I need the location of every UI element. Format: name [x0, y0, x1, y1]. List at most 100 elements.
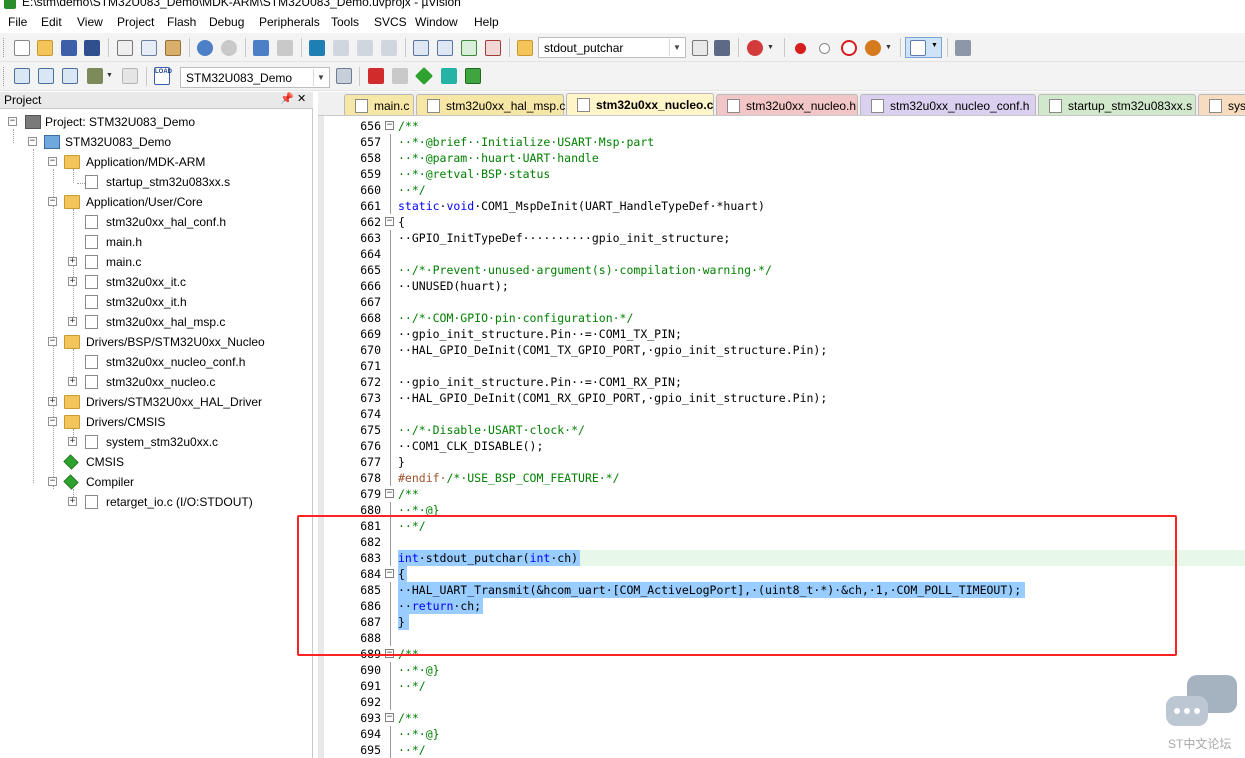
code-line[interactable]: 694 ··*·@} [318, 726, 1245, 742]
code-line[interactable]: 663 ··GPIO_InitTypeDef··········gpio_init… [318, 230, 1245, 246]
build-icon[interactable] [38, 68, 54, 84]
stop-build-icon[interactable] [122, 68, 138, 84]
undo-icon[interactable] [197, 40, 213, 56]
select-software-packs-icon[interactable] [441, 68, 457, 84]
code-line[interactable]: 657 ··*·@brief··Initialize·USART·Msp·part [318, 134, 1245, 150]
close-icon[interactable]: ✕ [297, 92, 306, 105]
copy-icon[interactable] [141, 40, 157, 56]
find-icon[interactable] [692, 40, 708, 56]
open-file-icon[interactable] [37, 40, 53, 56]
code-line[interactable]: 695 ··*/ [318, 742, 1245, 758]
code-line[interactable]: 667 [318, 294, 1245, 310]
chevron-down-icon[interactable]: ▼ [885, 44, 893, 52]
code-line[interactable]: 660 ··*/ [318, 182, 1245, 198]
code-line[interactable]: 677} [318, 454, 1245, 470]
menu-peripherals[interactable]: Peripherals [259, 15, 320, 29]
breakpoints-window-icon[interactable] [865, 40, 881, 56]
code-line[interactable]: 669 ··gpio_init_structure.Pin··=·COM1_TX_… [318, 326, 1245, 342]
manage-components-icon[interactable] [392, 68, 408, 84]
fold-toggle-icon[interactable]: − [385, 713, 394, 722]
code-line[interactable]: 664 [318, 246, 1245, 262]
menu-view[interactable]: View [77, 15, 103, 29]
menu-svcs[interactable]: SVCS [374, 15, 407, 29]
rebuild-icon[interactable] [62, 68, 78, 84]
expand-icon[interactable]: + [68, 377, 77, 386]
code-line[interactable]: 690 ··*·@} [318, 662, 1245, 678]
code-line[interactable]: 691 ··*/ [318, 678, 1245, 694]
menu-edit[interactable]: Edit [41, 15, 62, 29]
expand-icon[interactable]: + [68, 257, 77, 266]
navigate-back-icon[interactable] [253, 40, 269, 56]
chevron-down-icon[interactable]: ▼ [106, 72, 114, 80]
code-line[interactable]: 675 ··/*·Disable·USART·clock·*/ [318, 422, 1245, 438]
window-layout-button[interactable]: ▼ [905, 37, 942, 58]
tab-startup-s[interactable]: startup_stm32u083xx.s [1038, 94, 1196, 115]
options-for-target-icon[interactable] [336, 68, 352, 84]
fold-toggle-icon[interactable]: − [385, 121, 394, 130]
collapse-icon[interactable]: − [48, 197, 57, 206]
unindent-icon[interactable] [437, 40, 453, 56]
collapse-icon[interactable]: − [48, 477, 57, 486]
indent-icon[interactable] [413, 40, 429, 56]
code-line[interactable]: 661 static·void·COM1_MspDeInit(UART_Handl… [318, 198, 1245, 214]
tab-nucleo-h[interactable]: stm32u0xx_nucleo.h [716, 94, 858, 115]
code-line[interactable]: 679−/** [318, 486, 1245, 502]
cut-icon[interactable] [117, 40, 133, 56]
code-line[interactable]: 673 ··HAL_GPIO_DeInit(COM1_RX_GPIO_PORT,·… [318, 390, 1245, 406]
tab-hal-msp-c[interactable]: stm32u0xx_hal_msp.c [416, 94, 565, 115]
menu-window[interactable]: Window [415, 15, 458, 29]
chevron-down-icon[interactable]: ▼ [669, 39, 684, 56]
bookmark-icon[interactable] [309, 40, 325, 56]
expand-icon[interactable]: + [68, 497, 77, 506]
target-select[interactable]: STM32U083_Demo ▼ [180, 67, 330, 88]
code-line[interactable]: 658 ··*·@param··huart·UART·handle [318, 150, 1245, 166]
collapse-icon[interactable]: − [48, 157, 57, 166]
code-line[interactable]: 674 [318, 406, 1245, 422]
menu-flash[interactable]: Flash [167, 15, 196, 29]
code-line[interactable]: 671 [318, 358, 1245, 374]
expand-icon[interactable]: + [68, 437, 77, 446]
clear-bookmarks-icon[interactable] [381, 40, 397, 56]
collapse-icon[interactable]: − [48, 337, 57, 346]
batch-build-icon[interactable] [87, 68, 103, 84]
chevron-down-icon[interactable]: ▼ [767, 44, 775, 52]
paste-icon[interactable] [165, 40, 181, 56]
chevron-down-icon[interactable]: ▼ [313, 69, 328, 86]
tab-main-c[interactable]: main.c [344, 94, 414, 115]
incremental-find-icon[interactable] [714, 40, 730, 56]
run-time-environment-icon[interactable] [414, 66, 434, 86]
code-line[interactable]: 666 ··UNUSED(huart); [318, 278, 1245, 294]
comment-icon[interactable] [461, 40, 477, 56]
code-line[interactable]: 676 ··COM1_CLK_DISABLE(); [318, 438, 1245, 454]
code-line[interactable]: 668 ··/*·COM·GPIO·pin·configuration·*/ [318, 310, 1245, 326]
configure-tools-icon[interactable] [955, 40, 971, 56]
menu-help[interactable]: Help [474, 15, 499, 29]
tab-nucleo-conf-h[interactable]: stm32u0xx_nucleo_conf.h [860, 94, 1036, 115]
collapse-icon[interactable]: − [8, 117, 17, 126]
tab-sys[interactable]: sys [1198, 94, 1245, 115]
code-line[interactable]: 693−/** [318, 710, 1245, 726]
new-file-icon[interactable] [14, 40, 30, 56]
find-combo[interactable]: stdout_putchar ▼ [538, 37, 686, 58]
expand-icon[interactable]: + [48, 397, 57, 406]
pack-installer-icon[interactable] [465, 68, 481, 84]
save-icon[interactable] [61, 40, 77, 56]
expand-icon[interactable]: + [68, 317, 77, 326]
code-line[interactable]: 656−/** [318, 118, 1245, 134]
menu-project[interactable]: Project [117, 15, 154, 29]
expand-icon[interactable]: + [68, 277, 77, 286]
disable-breakpoint-icon[interactable] [819, 43, 830, 54]
navigate-forward-icon[interactable] [277, 40, 293, 56]
debug-session-icon[interactable] [747, 40, 763, 56]
save-all-icon[interactable] [84, 40, 100, 56]
pin-icon[interactable]: 📌 [280, 92, 294, 105]
code-line[interactable]: 678 #endif·/*·USE_BSP_COM_FEATURE·*/ [318, 470, 1245, 486]
code-line[interactable]: 672 ··gpio_init_structure.Pin··=·COM1_RX_… [318, 374, 1245, 390]
code-line[interactable]: 670 ··HAL_GPIO_DeInit(COM1_TX_GPIO_PORT,·… [318, 342, 1245, 358]
code-editor[interactable]: 656−/** 657 ··*·@brief··Initialize·USART·M… [318, 116, 1245, 758]
collapse-icon[interactable]: − [48, 417, 57, 426]
fold-toggle-icon[interactable]: − [385, 489, 394, 498]
find-in-files-icon[interactable] [517, 40, 533, 56]
code-line[interactable]: 662−{ [318, 214, 1245, 230]
collapse-icon[interactable]: − [28, 137, 37, 146]
